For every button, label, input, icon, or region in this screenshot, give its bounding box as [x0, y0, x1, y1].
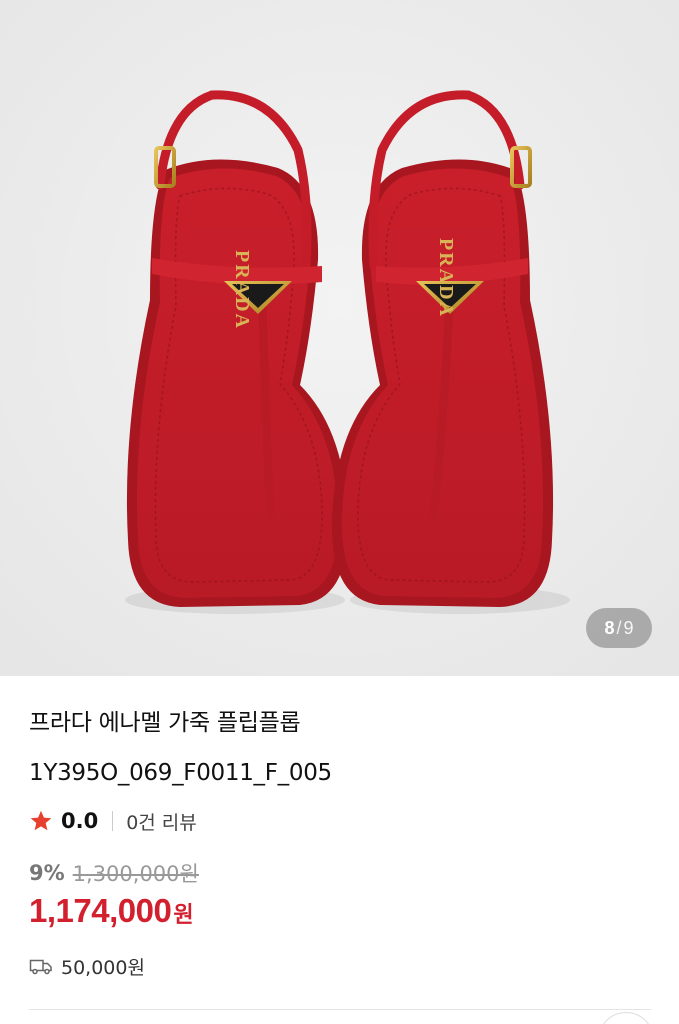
- discount-row: 9% 1,300,000원: [29, 858, 199, 888]
- section-divider: [29, 1009, 651, 1010]
- review-count-link[interactable]: 0건 리뷰: [126, 808, 197, 835]
- shipping-fee: 50,000원: [61, 956, 145, 979]
- currency-unit: 원: [173, 903, 194, 928]
- shipping-row: 50,000원: [29, 952, 145, 980]
- sandals-photo: PRADA PRADA: [0, 0, 679, 676]
- scroll-top-button[interactable]: [598, 1012, 654, 1024]
- delivery-truck-icon: [29, 959, 52, 975]
- discount-percent: 9%: [29, 861, 65, 885]
- star-icon: [30, 810, 52, 831]
- right-sole-logo: PRADA: [435, 238, 457, 318]
- product-name: 프라다 에나멜 가죽 플립플롭: [29, 710, 301, 736]
- product-code: 1Y395O_069_F0011_F_005: [29, 760, 332, 786]
- image-counter-current: 8: [604, 617, 615, 638]
- rating-score: 0.0: [61, 809, 99, 833]
- image-counter-total: 9: [623, 617, 634, 638]
- rating-row[interactable]: 0.0 0건 리뷰: [29, 806, 197, 836]
- sale-price-row: 1,174,000 원: [29, 892, 194, 938]
- original-price: 1,300,000원: [72, 862, 199, 886]
- product-title: 프라다 에나멜 가죽 플립플롭 1Y395O_069_F0011_F_005: [29, 706, 332, 790]
- sale-price: 1,174,000: [29, 892, 172, 929]
- image-counter: 8 / 9: [586, 608, 652, 648]
- product-image-gallery[interactable]: PRADA PRADA 8 / 9: [0, 0, 679, 676]
- left-sole-logo: PRADA: [231, 250, 253, 330]
- rating-divider: [112, 811, 114, 831]
- image-counter-separator: /: [616, 617, 622, 638]
